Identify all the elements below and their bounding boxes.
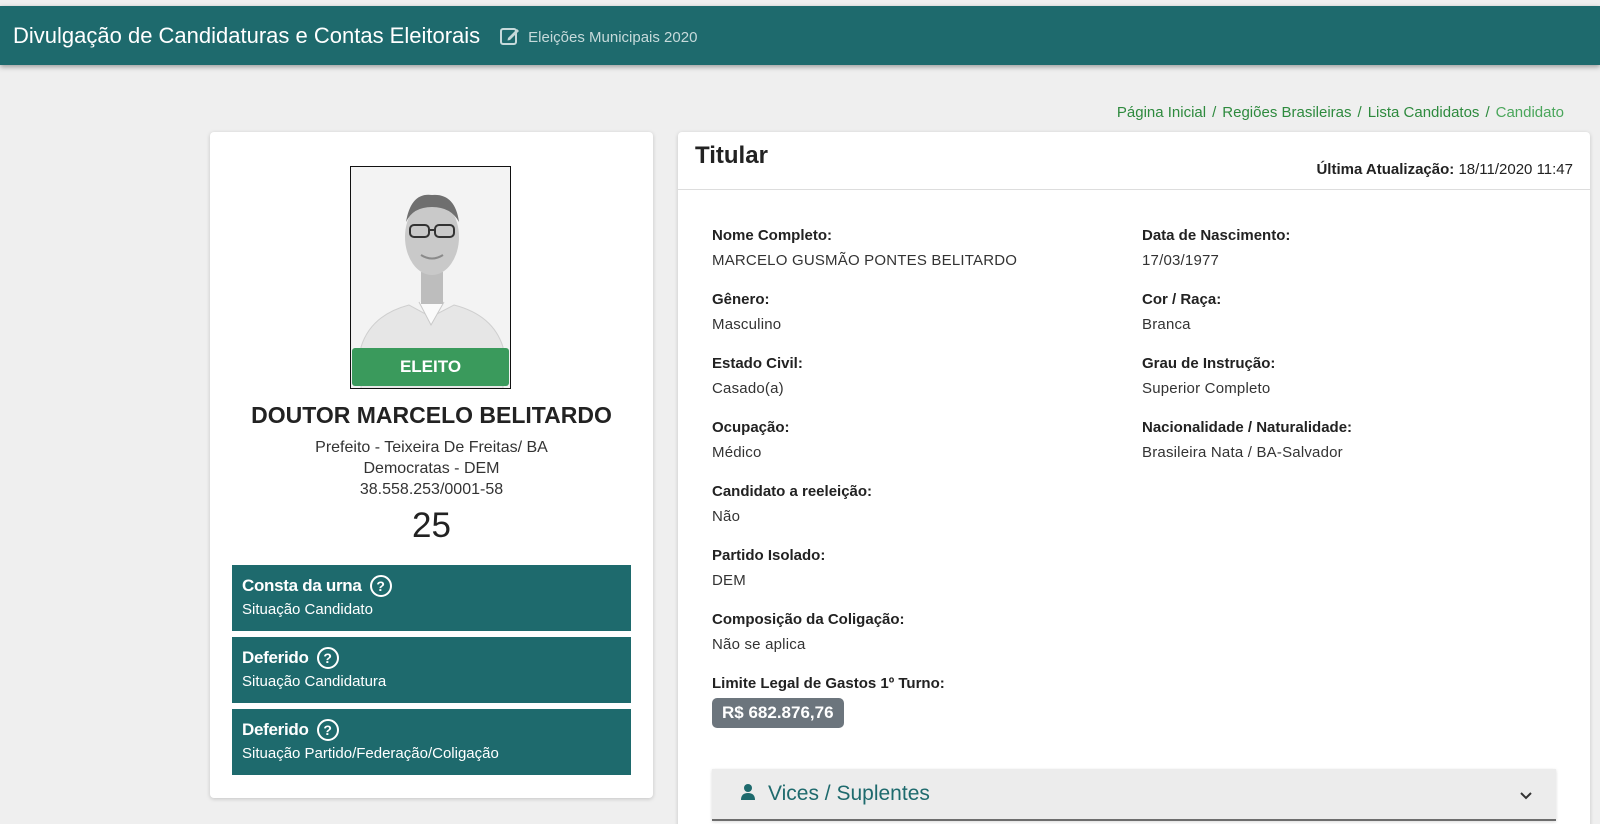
field-value: Casado(a) <box>712 380 784 397</box>
field-birth-date: Data de Nascimento: 17/03/1977 <box>1142 227 1290 269</box>
field-label: Composição da Coligação: <box>712 611 905 628</box>
last-update-label: Última Atualização: <box>1316 161 1455 178</box>
breadcrumb: Página Inicial / Regiões Brasileiras / L… <box>1117 104 1564 121</box>
field-label: Grau de Instrução: <box>1142 355 1276 372</box>
status-subtitle: Situação Candidato <box>242 601 373 618</box>
field-full-name: Nome Completo: MARCELO GUSMÃO PONTES BEL… <box>712 227 1017 269</box>
field-label: Estado Civil: <box>712 355 803 372</box>
app-title[interactable]: Divulgação de Candidaturas e Contas Elei… <box>13 23 480 49</box>
last-update: Última Atualização: 18/11/2020 11:47 <box>1316 161 1573 178</box>
candidate-photo: ELEITO <box>350 166 511 389</box>
field-marital-status: Estado Civil: Casado(a) <box>712 355 803 397</box>
field-value: Branca <box>1142 316 1191 333</box>
breadcrumb-current: Candidato <box>1495 104 1564 121</box>
status-candidate: Consta da urna? Situação Candidato <box>232 565 631 631</box>
spending-limit-badge: R$ 682.876,76 <box>712 698 844 728</box>
candidate-cnpj: 38.558.253/0001-58 <box>359 481 504 498</box>
breadcrumb-candidate-list[interactable]: Lista Candidatos <box>1368 104 1480 121</box>
candidate-office: Prefeito - Teixeira De Freitas/ BA <box>315 439 548 456</box>
field-value: Não <box>712 508 741 525</box>
help-icon[interactable]: ? <box>316 719 339 741</box>
field-value: Brasileira Nata / BA-Salvador <box>1142 444 1343 461</box>
field-label: Gênero: <box>712 291 770 308</box>
field-label: Cor / Raça: <box>1142 291 1222 308</box>
elected-badge: ELEITO <box>352 348 509 386</box>
status-title: Deferido <box>242 720 309 739</box>
field-coalition: Composição da Coligação: Não se aplica <box>712 611 905 653</box>
candidate-card: ELEITO DOUTOR MARCELO BELITARDO Prefeito… <box>210 132 653 798</box>
field-value: Médico <box>712 444 762 461</box>
help-icon[interactable]: ? <box>369 575 392 597</box>
top-header: Divulgação de Candidaturas e Contas Elei… <box>0 6 1600 65</box>
field-spending-limit: Limite Legal de Gastos 1º Turno: R$ 682.… <box>712 675 945 728</box>
details-title: Titular <box>695 142 768 169</box>
breadcrumb-regions[interactable]: Regiões Brasileiras <box>1222 104 1351 121</box>
chevron-down-icon[interactable] <box>1518 787 1534 808</box>
field-gender: Gênero: Masculino <box>712 291 781 333</box>
person-icon <box>740 783 756 806</box>
candidate-name: DOUTOR MARCELO BELITARDO <box>251 402 612 428</box>
field-value: DEM <box>712 572 746 589</box>
vices-accordion[interactable]: Vices / Suplentes <box>712 769 1556 821</box>
field-label: Partido Isolado: <box>712 547 826 564</box>
field-party: Partido Isolado: DEM <box>712 547 825 589</box>
field-value: Superior Completo <box>1142 380 1271 397</box>
candidate-party: Democratas - DEM <box>363 460 500 477</box>
field-nationality: Nacionalidade / Naturalidade: Brasileira… <box>1142 419 1352 461</box>
field-label: Ocupação: <box>712 419 790 436</box>
breadcrumb-separator: / <box>1485 104 1490 121</box>
field-value: Não se aplica <box>712 636 806 653</box>
status-party: Deferido? Situação Partido/Federação/Col… <box>232 709 631 775</box>
help-icon[interactable]: ? <box>316 647 339 669</box>
last-update-value: 18/11/2020 11:47 <box>1458 161 1573 178</box>
field-label: Nome Completo: <box>712 227 832 244</box>
status-title: Deferido <box>242 648 309 667</box>
status-subtitle: Situação Candidatura <box>242 673 387 690</box>
election-subtitle: Eleições Municipais 2020 <box>528 28 698 46</box>
field-reelection: Candidato a reeleição: Não <box>712 483 872 525</box>
field-value: MARCELO GUSMÃO PONTES BELITARDO <box>712 252 1018 269</box>
field-label: Limite Legal de Gastos 1º Turno: <box>712 675 945 692</box>
edit-icon <box>499 25 521 47</box>
field-value: 17/03/1977 <box>1142 252 1220 269</box>
breadcrumb-home[interactable]: Página Inicial <box>1117 104 1206 121</box>
status-candidacy: Deferido? Situação Candidatura <box>232 637 631 703</box>
details-header: Titular Última Atualização: 18/11/2020 1… <box>678 132 1590 190</box>
candidate-number: 25 <box>412 506 451 545</box>
field-race: Cor / Raça: Branca <box>1142 291 1221 333</box>
field-label: Candidato a reeleição: <box>712 483 873 500</box>
field-label: Data de Nascimento: <box>1142 227 1291 244</box>
status-title: Consta da urna <box>242 576 362 595</box>
details-card: Titular Última Atualização: 18/11/2020 1… <box>678 132 1590 824</box>
field-occupation: Ocupação: Médico <box>712 419 790 461</box>
breadcrumb-separator: / <box>1212 104 1217 121</box>
accordion-label: Vices / Suplentes <box>768 782 930 805</box>
field-label: Nacionalidade / Naturalidade: <box>1142 419 1353 436</box>
field-value: Masculino <box>712 316 782 333</box>
breadcrumb-separator: / <box>1357 104 1362 121</box>
status-subtitle: Situação Partido/Federação/Coligação <box>242 745 499 762</box>
field-education: Grau de Instrução: Superior Completo <box>1142 355 1275 397</box>
